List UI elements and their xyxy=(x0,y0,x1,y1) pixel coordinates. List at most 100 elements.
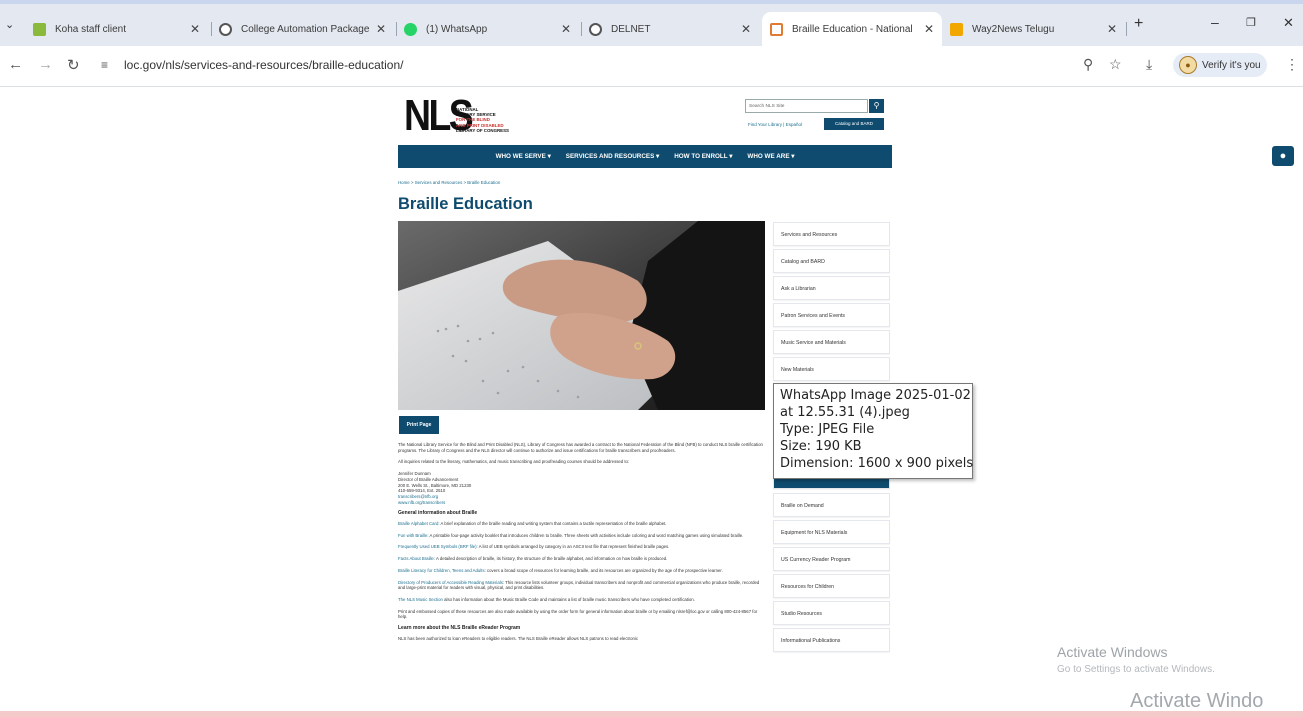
sidebar-item-music-service[interactable]: Music Service and Materials xyxy=(773,330,890,354)
sidebar-item-braille-on-demand[interactable]: Braille on Demand xyxy=(773,493,890,517)
minimize-icon[interactable]: – xyxy=(1211,14,1219,30)
list-item: Facts About Braille: A detailed descript… xyxy=(398,556,668,562)
nav-who-we-serve[interactable]: WHO WE SERVE ▾ xyxy=(496,153,551,160)
window-close-icon[interactable]: ✕ xyxy=(1283,15,1294,31)
learn-more-heading: Learn more about the NLS Braille eReader… xyxy=(398,625,521,632)
tab-bar: ⌄ Koha staff client ✕ College Automation… xyxy=(0,0,1303,46)
list-item: The NLS Music Section also has informati… xyxy=(398,596,695,602)
learn-more-text: NLS has been authorized to loan eReaders… xyxy=(398,635,638,641)
main-nav: WHO WE SERVE ▾ SERVICES AND RESOURCES ▾ … xyxy=(398,145,892,168)
intro-paragraph: The National Library Service for the Bli… xyxy=(398,442,763,453)
verify-profile-button[interactable]: ● Verify it's you xyxy=(1173,53,1267,77)
sidebar-item-catalog-and-bard[interactable]: Catalog and BARD xyxy=(773,249,890,273)
site-settings-icon[interactable]: ≡ xyxy=(101,58,108,72)
way2news-icon xyxy=(950,22,963,36)
list-item: Frequently Used UEB Symbols (BRF file): … xyxy=(398,544,670,550)
loc-icon xyxy=(770,22,783,36)
activate-windows-subtitle: Go to Settings to activate Windows. xyxy=(1057,664,1215,675)
search-icon[interactable]: ⚲ xyxy=(869,99,884,113)
page-title: Braille Education xyxy=(398,195,533,213)
tab-koha[interactable]: Koha staff client ✕ xyxy=(33,12,208,46)
tab-delnet[interactable]: DELNET ✕ xyxy=(589,12,759,46)
sidebar-item-resources-for-children[interactable]: Resources for Children xyxy=(773,574,890,598)
list-item: Braille Literacy for Children, Teens and… xyxy=(398,567,723,573)
sidebar-item-equipment[interactable]: Equipment for NLS Materials xyxy=(773,520,890,544)
koha-icon xyxy=(33,22,46,36)
nav-services-and-resources[interactable]: SERVICES AND RESOURCES ▾ xyxy=(566,153,659,160)
tooltip-dimension: Dimension: 1600 x 900 pixels xyxy=(780,456,974,471)
file-info-tooltip: WhatsApp Image 2025-01-02 at 12.55.31 (4… xyxy=(773,383,973,479)
tab-label: (1) WhatsApp xyxy=(426,23,488,35)
download-icon[interactable]: ⤓ xyxy=(1146,56,1152,73)
tab-divider xyxy=(211,22,212,36)
tab-braille-education[interactable]: Braille Education - National ✕ xyxy=(762,12,942,46)
contact-block: Jennifer Dunnam Director of Braille Adva… xyxy=(398,471,472,505)
close-icon[interactable]: ✕ xyxy=(561,22,571,36)
activate-windows-large: Activate Windo xyxy=(1130,690,1264,712)
contact-email-link[interactable]: transcribers@nfb.org xyxy=(398,494,438,499)
tab-divider xyxy=(396,22,397,36)
contact-web-link[interactable]: www.nfb.org/transcribers xyxy=(398,500,445,505)
new-tab-plus-icon[interactable]: + xyxy=(1134,15,1143,33)
nav-who-we-are[interactable]: WHO WE ARE ▾ xyxy=(747,153,794,160)
breadcrumb[interactable]: Home > Services and Resources > Braille … xyxy=(398,180,500,185)
tab-whatsapp[interactable]: (1) WhatsApp ✕ xyxy=(404,12,579,46)
sidebar-item-informational-publications[interactable]: Informational Publications xyxy=(773,628,890,652)
catalog-and-bard-button[interactable]: Catalog and BARD xyxy=(824,118,884,130)
utility-links[interactable]: Find Your Library | Español xyxy=(748,122,802,127)
forward-arrow-icon[interactable]: → xyxy=(38,56,53,73)
hero-illustration xyxy=(398,221,765,410)
tooltip-type: Type: JPEG File xyxy=(780,422,875,437)
whatsapp-icon xyxy=(404,22,417,36)
globe-icon xyxy=(589,22,602,36)
activate-windows-title: Activate Windows xyxy=(1057,644,1168,660)
close-icon[interactable]: ✕ xyxy=(924,22,934,36)
tab-divider xyxy=(581,22,582,36)
tab-label: DELNET xyxy=(611,23,651,35)
tooltip-filename: WhatsApp Image 2025-01-02 xyxy=(780,388,971,403)
sidebar-item-ask-a-librarian[interactable]: Ask a Librarian xyxy=(773,276,890,300)
address-bar: ← → ↻ ≡ loc.gov/nls/services-and-resourc… xyxy=(0,46,1303,87)
tab-way2news[interactable]: Way2News Telugu ✕ xyxy=(950,12,1125,46)
menu-kebab-icon[interactable]: ⋮ xyxy=(1285,56,1299,73)
close-icon[interactable]: ✕ xyxy=(741,22,751,36)
tab-label: Braille Education - National xyxy=(792,23,913,35)
list-item: Braille Alphabet Card: A brief explanati… xyxy=(398,521,667,527)
sidebar-item-new-materials[interactable]: New Materials xyxy=(773,357,890,381)
avatar: ● xyxy=(1179,56,1197,74)
print-note: Print and embossed copies of these resou… xyxy=(398,608,758,620)
site-search-input[interactable]: Search NLS Site xyxy=(745,99,868,113)
inquiries-paragraph: All inquiries related to the literary, m… xyxy=(398,459,630,465)
sidebar-item-patron-services[interactable]: Patron Services and Events xyxy=(773,303,890,327)
tooltip-filename-cont: at 12.55.31 (4).jpeg xyxy=(780,405,910,420)
bookmark-star-icon[interactable]: ☆ xyxy=(1109,56,1122,73)
sidebar-item-services-and-resources[interactable]: Services and Resources xyxy=(773,222,890,246)
tab-divider xyxy=(1126,22,1127,36)
print-page-button[interactable]: Print Page xyxy=(399,416,439,434)
logo-subtitle: NATIONAL LIBRARY SERVICE FOR THE BLIND A… xyxy=(456,107,509,133)
reload-icon[interactable]: ↻ xyxy=(67,56,80,74)
tooltip-size: Size: 190 KB xyxy=(780,439,862,454)
close-icon[interactable]: ✕ xyxy=(190,22,200,36)
list-item: Directory of Producers of Accessible Rea… xyxy=(398,579,760,591)
hero-image-hands-reading-braille xyxy=(398,221,765,410)
verify-label: Verify it's you xyxy=(1202,59,1261,71)
nls-logo[interactable]: NLS NATIONAL LIBRARY SERVICE FOR THE BLI… xyxy=(404,91,534,140)
back-arrow-icon[interactable]: ← xyxy=(8,56,23,73)
general-info-heading: General information about Braille xyxy=(398,510,478,517)
close-icon[interactable]: ✕ xyxy=(376,22,386,36)
tab-label: College Automation Package xyxy=(241,23,370,35)
close-icon[interactable]: ✕ xyxy=(1107,22,1117,36)
sidebar-item-studio-resources[interactable]: Studio Resources xyxy=(773,601,890,625)
feedback-info-icon[interactable]: ● xyxy=(1272,146,1294,166)
tab-label: Koha staff client xyxy=(55,23,126,35)
nav-how-to-enroll[interactable]: HOW TO ENROLL ▾ xyxy=(674,153,732,160)
restore-icon[interactable]: ❐ xyxy=(1246,16,1256,29)
sidebar-item-us-currency-reader[interactable]: US Currency Reader Program xyxy=(773,547,890,571)
article-body: The National Library Service for the Bli… xyxy=(398,442,766,647)
list-item: Fun with Braille: A printable four-page … xyxy=(398,532,744,538)
tab-search-chevron-icon[interactable]: ⌄ xyxy=(5,18,14,31)
tab-college-automation[interactable]: College Automation Package ✕ xyxy=(219,12,394,46)
url-field[interactable]: loc.gov/nls/services-and-resources/brail… xyxy=(124,58,403,72)
zoom-magnifier-icon[interactable]: ⚲ xyxy=(1083,56,1093,73)
